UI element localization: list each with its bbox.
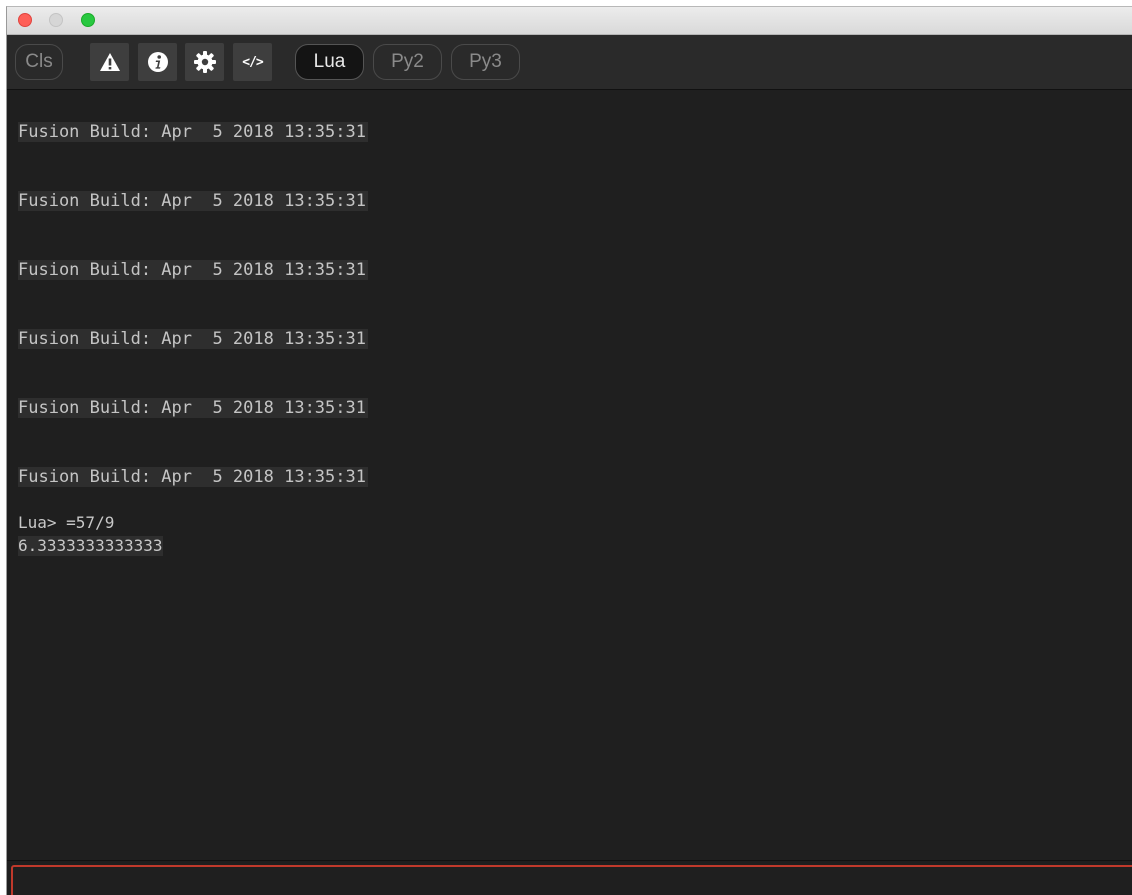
console-line: Fusion Build: Apr 5 2018 13:35:31 <box>18 398 368 418</box>
clear-screen-button[interactable]: Cls <box>15 44 63 80</box>
code-view-button[interactable]: </> <box>233 43 272 81</box>
info-filter-button[interactable] <box>138 43 177 81</box>
close-window-button[interactable] <box>18 13 32 27</box>
console-line: Fusion Build: Apr 5 2018 13:35:31 <box>18 191 368 211</box>
warning-icon <box>99 53 120 71</box>
warning-filter-button[interactable] <box>90 43 129 81</box>
console-toolbar: Cls </> Lua Py2 Py3 <box>7 35 1132 90</box>
language-tab-lua[interactable]: Lua <box>295 44 364 80</box>
settings-button[interactable] <box>185 43 224 81</box>
console-line: Fusion Build: Apr 5 2018 13:35:31 <box>18 122 368 142</box>
info-icon <box>147 52 168 72</box>
language-tab-py3[interactable]: Py3 <box>451 44 520 80</box>
console-line: Fusion Build: Apr 5 2018 13:35:31 <box>18 467 368 487</box>
console-input[interactable] <box>11 865 1132 895</box>
maximize-window-button[interactable] <box>81 13 95 27</box>
code-icon: </> <box>242 54 264 70</box>
console-prompt-line: Lua> =57/9 <box>18 513 115 532</box>
console-result-line: 6.3333333333333 <box>18 536 163 556</box>
console-output[interactable]: Fusion Build: Apr 5 2018 13:35:31 Fusion… <box>7 90 1132 860</box>
minimize-window-button[interactable] <box>49 13 63 27</box>
console-window: Cls </> Lua Py2 Py3 Fusion Build: Apr 5 … <box>6 6 1132 895</box>
console-line: Fusion Build: Apr 5 2018 13:35:31 <box>18 329 368 349</box>
gear-icon <box>193 51 216 73</box>
title-bar <box>7 7 1132 35</box>
console-line: Fusion Build: Apr 5 2018 13:35:31 <box>18 260 368 280</box>
console-input-area <box>7 860 1132 895</box>
language-tab-py2[interactable]: Py2 <box>373 44 442 80</box>
